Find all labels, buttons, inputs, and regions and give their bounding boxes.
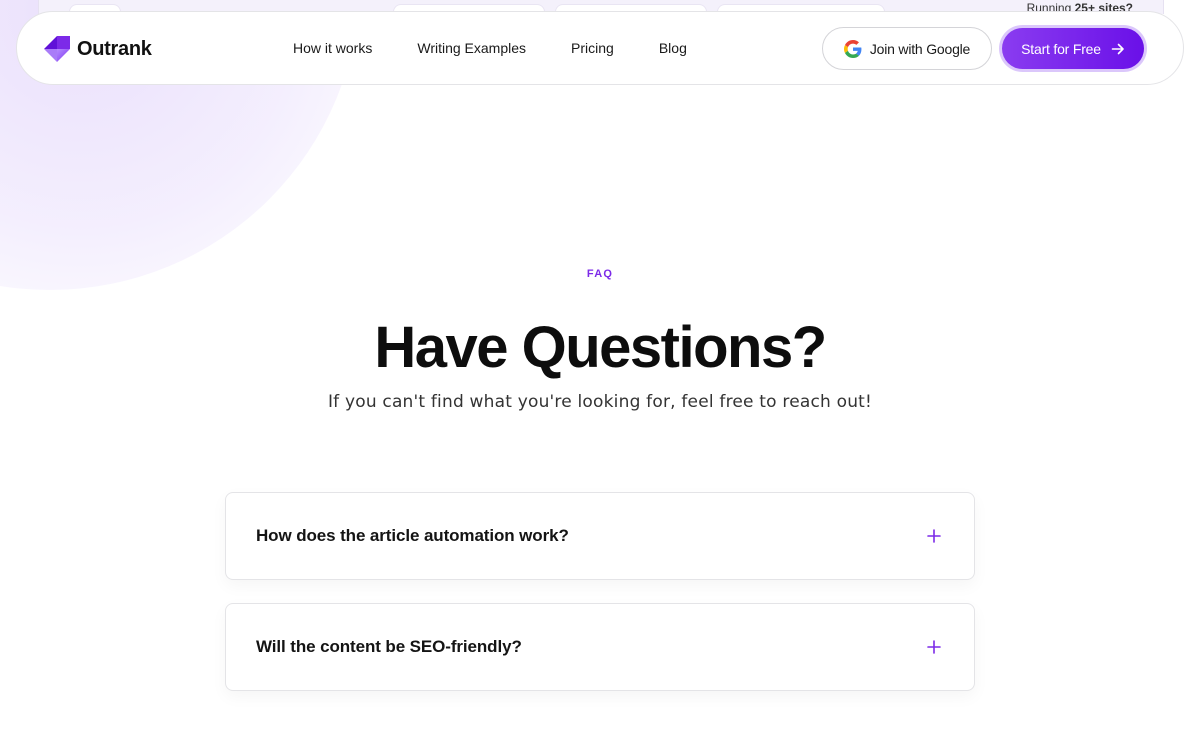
faq-subtitle: If you can't find what you're looking fo… (327, 392, 873, 412)
arrow-right-icon (1111, 43, 1124, 54)
nav-link-pricing[interactable]: Pricing (571, 40, 614, 56)
join-with-google-label: Join with Google (869, 40, 971, 57)
plus-icon[interactable] (926, 639, 942, 655)
start-for-free-label: Start for Free (1021, 40, 1101, 57)
page: Running 25+ sites? Outrank How it works … (0, 0, 1200, 750)
faq-item[interactable]: How does the article automation work? (225, 492, 975, 580)
nav-links: How it works Writing Examples Pricing Bl… (293, 12, 687, 84)
google-g-icon (843, 39, 862, 58)
outrank-logo-icon (44, 36, 70, 62)
nav-link-blog[interactable]: Blog (659, 40, 687, 56)
nav-link-writing-examples[interactable]: Writing Examples (417, 40, 526, 56)
plus-icon[interactable] (926, 528, 942, 544)
faq-question: How does the article automation work? (256, 526, 569, 545)
faq-question: Will the content be SEO-friendly? (256, 637, 522, 656)
faq-item[interactable]: Will the content be SEO-friendly? (225, 603, 975, 691)
join-with-google-button[interactable]: Join with Google (822, 27, 992, 70)
faq-eyebrow: FAQ (586, 268, 614, 280)
logo-link[interactable]: Outrank (43, 35, 152, 63)
top-navbar: Outrank How it works Writing Examples Pr… (16, 11, 1184, 85)
nav-link-how-it-works[interactable]: How it works (293, 40, 372, 56)
faq-title: Have Questions? (374, 315, 827, 380)
start-for-free-button[interactable]: Start for Free (1002, 28, 1144, 69)
faq-list: How does the article automation work? Wi… (225, 492, 975, 714)
start-for-free-button-ring: Start for Free (999, 25, 1147, 72)
logo-text: Outrank (77, 37, 152, 60)
